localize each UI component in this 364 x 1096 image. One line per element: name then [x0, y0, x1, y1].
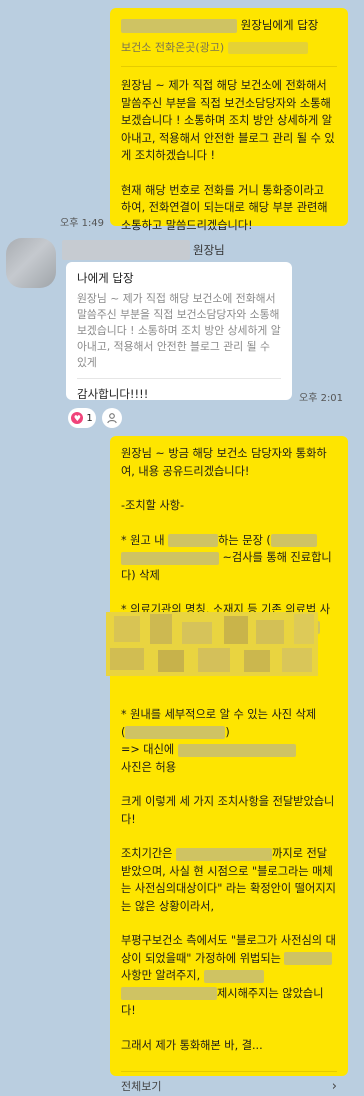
text-span: ): [225, 725, 230, 739]
reaction-count: 1: [86, 412, 93, 424]
message-paragraph: * 원내를 세부적으로 알 수 있는 사진 삭제 () => 대신에 사진은 허…: [121, 706, 337, 776]
text-span: 사항만 알려주지,: [121, 969, 204, 982]
timestamp: 오후 2:01: [299, 393, 344, 404]
view-more-link[interactable]: 전체보기: [121, 1078, 161, 1096]
text-span: 사진은 허용: [121, 760, 177, 774]
reply-divider: [121, 66, 337, 67]
timestamp: 오후 1:49: [60, 218, 105, 229]
message-paragraph: 부평구보건소 측에서도 "블로그가 사전심의 대상이 되었을때" 가정하에 위법…: [121, 932, 337, 1020]
text-span: => 대신에: [121, 743, 178, 756]
user-icon-button[interactable]: [102, 408, 122, 428]
more-divider: [121, 1071, 337, 1072]
message-paragraph: 원장님 ~ 제가 직접 해당 보건소에 전화해서 말씀주신 부분을 직접 보건소…: [121, 79, 335, 162]
message-paragraph: 조치기간은 까지로 전달받았으며, 사실 현 시점으로 "블로그라는 매체는 사…: [121, 845, 337, 915]
reply-divider: [77, 377, 281, 379]
message-bubble-outgoing-1[interactable]: 원장님에게 답장 보건소 전화온곳(광고) 원장님 ~ 제가 직접 해당 보건소…: [110, 8, 348, 232]
message-paragraph: 크게 이렇게 세 가지 조치사항을 전달받았습니다!: [121, 795, 335, 826]
message-paragraph: 현재 해당 번호로 전화를 거니 통화중이라고 하여, 전화연결이 되는대로 해…: [121, 183, 328, 232]
message-bubble-outgoing-2[interactable]: 원장님 ~ 방금 해당 보건소 담당자와 통화하여, 내용 공유드리겠습니다! …: [110, 436, 348, 1094]
redacted-text: [168, 534, 219, 547]
redacted-name: [121, 18, 237, 33]
text-span: * 원내를 세부적으로 알 수 있는 사진 삭제: [121, 708, 317, 721]
text-span: 조치기간은: [121, 847, 177, 860]
text-span: * 원고 내: [121, 533, 169, 547]
reply-quote: 보건소 전화온곳(광고): [121, 39, 337, 57]
redacted-text: [177, 743, 296, 757]
redacted-text: [203, 969, 264, 983]
message-paragraph: -조치할 사항-: [121, 499, 185, 512]
redacted-text: [176, 847, 273, 861]
reply-to-label: 원장님에게 답장: [240, 18, 319, 32]
avatar[interactable]: [6, 238, 56, 288]
message-paragraph: * 원고 내 하는 문장 ( ~검사를 통해 진료합니다) 삭제: [121, 532, 337, 585]
redacted-text: [284, 952, 333, 965]
user-icon: [107, 413, 117, 424]
chevron-right-icon: ›: [331, 1079, 337, 1094]
heart-icon: ♥: [71, 412, 84, 424]
message-paragraph: 그래서 제가 통화해본 바, 결...: [121, 1038, 263, 1052]
message-text: 감사합니다!!!!: [77, 386, 149, 401]
redacted-text: [121, 987, 217, 1000]
reply-header: 나에게 답장: [77, 271, 134, 285]
text-span: 하는 문장 (: [218, 533, 271, 547]
redacted-text: [270, 534, 317, 547]
redacted-text: [125, 726, 226, 739]
redacted-mosaic: [106, 612, 318, 676]
message-body: 원장님 ~ 제가 직접 해당 보건소에 전화해서 말씀주신 부분을 직접 보건소…: [121, 77, 337, 234]
reaction-like-button[interactable]: ♥ 1: [68, 408, 96, 428]
message-bubble-incoming[interactable]: 나에게 답장 원장님 ~ 제가 직접 해당 보건소에 전화해서 말씀주신 부분을…: [66, 262, 292, 401]
reply-header: 원장님에게 답장: [121, 17, 337, 35]
message-paragraph: 원장님 ~ 방금 해당 보건소 담당자와 통화하여, 내용 공유드리겠습니다!: [121, 447, 327, 478]
sender-name: 원장님: [193, 243, 225, 257]
redacted-quote: [227, 41, 308, 54]
reply-quote: 원장님 ~ 제가 직접 해당 보건소에 전화해서 말씀주신 부분을 직접 보건소…: [77, 291, 281, 369]
redacted-sender: [62, 240, 190, 260]
redacted-text: [121, 551, 219, 565]
quote-text: 보건소 전화온곳(광고): [121, 40, 225, 54]
view-more-row[interactable]: 전체보기 ›: [121, 1078, 337, 1096]
